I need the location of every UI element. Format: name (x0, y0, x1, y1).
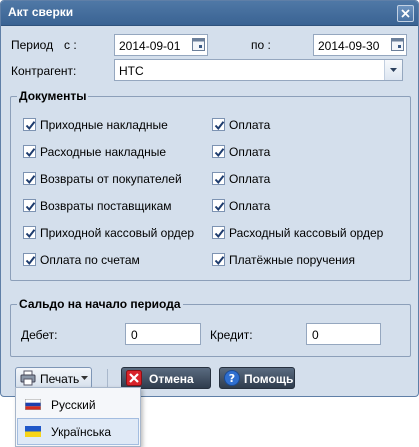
document-checkbox-label[interactable]: Оплата по счетам (40, 253, 140, 267)
ukrainian-flag-icon (25, 426, 41, 437)
close-icon (401, 9, 410, 18)
toolbar-separator (107, 369, 108, 387)
menu-item-ukrainian-label: Українська (51, 425, 112, 439)
checkmark-icon (214, 148, 225, 158)
title-bar: Акт сверки (1, 1, 418, 26)
period-from-date-field[interactable]: 2014-09-01 (114, 34, 208, 56)
checkmark-icon (214, 175, 225, 185)
document-checkbox[interactable] (23, 199, 36, 212)
print-label: Печать (40, 372, 80, 386)
document-checkbox-label[interactable]: Оплата (229, 118, 270, 132)
menu-item-russian[interactable]: Русский (17, 391, 139, 418)
period-from-label: с : (64, 38, 77, 52)
document-checkbox-label[interactable]: Возвраты от покупателей (40, 172, 182, 186)
credit-label: Кредит: (210, 328, 253, 342)
period-label: Период (11, 38, 54, 52)
document-checkbox[interactable] (212, 145, 225, 158)
document-checkbox-label[interactable]: Оплата (229, 199, 270, 213)
document-checkbox-label[interactable]: Приходной кассовый ордер (40, 226, 194, 240)
checkmark-icon (25, 175, 36, 185)
document-checkbox[interactable] (212, 118, 225, 131)
document-checkbox[interactable] (23, 253, 36, 266)
window-title: Акт сверки (8, 5, 74, 19)
document-checkbox[interactable] (23, 145, 36, 158)
print-button[interactable]: Печать (15, 367, 92, 389)
document-checkbox-label[interactable]: Приходные накладные (40, 118, 168, 132)
chevron-down-icon (390, 68, 397, 72)
contractor-label: Контрагент: (11, 64, 77, 78)
print-language-menu: Русский Українська (15, 387, 141, 447)
document-checkbox[interactable] (212, 172, 225, 185)
close-icon (126, 370, 142, 386)
document-checkbox-label[interactable]: Оплата (229, 172, 270, 186)
document-checkbox[interactable] (212, 226, 225, 239)
document-checkbox-label[interactable]: Расходные накладные (40, 145, 166, 159)
menu-item-russian-label: Русский (51, 398, 96, 412)
document-checkbox-label[interactable]: Платёжные поручения (229, 253, 355, 267)
document-checkbox-label[interactable]: Возвраты поставщикам (40, 199, 172, 213)
contractor-value: НТС (119, 64, 144, 78)
checkmark-icon (25, 229, 36, 239)
period-to-label: по : (251, 38, 271, 52)
documents-legend: Документы (19, 89, 87, 103)
cancel-label: Отмена (149, 372, 194, 386)
calendar-icon[interactable] (391, 38, 404, 51)
checkmark-icon (214, 202, 225, 212)
document-checkbox[interactable] (212, 199, 225, 212)
document-checkbox-label[interactable]: Оплата (229, 145, 270, 159)
contractor-select[interactable]: НТС (114, 59, 403, 81)
opening-balance-legend: Сальдо на начало периода (19, 297, 181, 311)
document-checkbox[interactable] (212, 253, 225, 266)
menu-item-ukrainian[interactable]: Українська (17, 418, 139, 445)
credit-input[interactable]: 0 (306, 323, 381, 345)
checkmark-icon (214, 229, 225, 239)
close-button[interactable] (397, 5, 414, 22)
document-checkbox[interactable] (23, 226, 36, 239)
debit-label: Дебет: (21, 328, 58, 342)
help-icon: ? (224, 370, 240, 386)
cancel-button[interactable]: Отмена (121, 367, 211, 389)
checkmark-icon (25, 256, 36, 266)
help-button[interactable]: ? Помощь (219, 367, 295, 389)
calendar-icon[interactable] (192, 38, 205, 51)
printer-icon (20, 370, 36, 386)
debit-input[interactable]: 0 (125, 323, 201, 345)
russian-flag-icon (25, 399, 41, 410)
document-checkbox[interactable] (23, 172, 36, 185)
chevron-down-icon (81, 376, 88, 380)
document-checkbox-label[interactable]: Расходный кассовый ордер (229, 226, 383, 240)
debit-value: 0 (131, 328, 138, 342)
help-label: Помощь (244, 372, 294, 386)
period-to-date-field[interactable]: 2014-09-30 (313, 34, 407, 56)
svg-text:?: ? (229, 372, 235, 385)
period-from-value: 2014-09-01 (119, 39, 181, 53)
checkmark-icon (214, 256, 225, 266)
checkmark-icon (25, 148, 36, 158)
checkmark-icon (25, 121, 36, 131)
period-to-value: 2014-09-30 (318, 39, 380, 53)
checkmark-icon (25, 202, 36, 212)
credit-value: 0 (312, 328, 319, 342)
document-checkbox[interactable] (23, 118, 36, 131)
contractor-dropdown-button[interactable] (384, 60, 402, 80)
checkmark-icon (214, 121, 225, 131)
reconciliation-dialog: Акт сверки Период с : 2014-09-01 по : 20… (0, 0, 419, 397)
